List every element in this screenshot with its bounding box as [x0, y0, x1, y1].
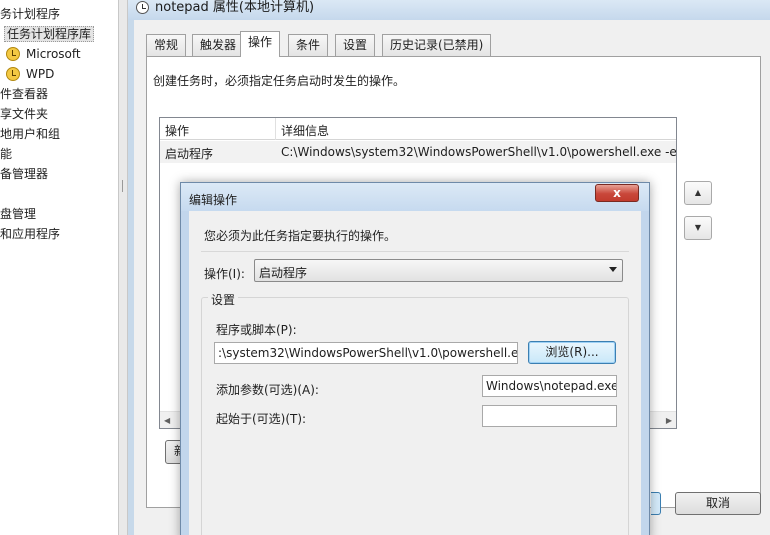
tab-triggers[interactable]: 触发器 — [192, 34, 245, 56]
task-clock-icon — [136, 1, 149, 14]
tab-label: 操作 — [248, 35, 273, 49]
browse-button[interactable]: 浏览(R)... — [528, 341, 616, 364]
operation-label: 操作(I): — [204, 267, 245, 281]
chevron-down-icon — [609, 267, 617, 272]
nav-item-label: Microsoft — [26, 47, 81, 61]
move-up-button[interactable]: ▲ — [684, 181, 712, 205]
dialog-message: 您必须为此任务指定要执行的操作。 — [204, 229, 397, 243]
nav-item-label: 务计划程序 — [0, 7, 61, 21]
tab-label: 常规 — [154, 38, 179, 52]
program-label: 程序或脚本(P): — [216, 323, 297, 337]
folder-clock-icon — [6, 67, 20, 81]
operation-select[interactable]: 启动程序 — [254, 259, 623, 282]
ok-button[interactable] — [651, 492, 661, 515]
table-header: 操作 详细信息 — [160, 118, 676, 140]
nav-item-local-users[interactable]: 地用户和组 — [0, 124, 60, 144]
nav-item-task-library[interactable]: 任务计划程序库 — [4, 24, 95, 44]
nav-item-disk-management[interactable]: 盘管理 — [0, 204, 36, 224]
row-action: 启动程序 — [165, 147, 214, 161]
actions-description: 创建任务时，必须指定任务启动时发生的操作。 — [153, 74, 406, 88]
tab-conditions[interactable]: 条件 — [288, 34, 329, 56]
operation-value: 启动程序 — [259, 266, 308, 280]
dialog-body: 您必须为此任务指定要执行的操作。 操作(I): 启动程序 设置 程序或脚本(P)… — [189, 211, 641, 535]
cancel-button[interactable]: 取消 — [675, 492, 761, 515]
tab-label: 历史记录(已禁用) — [390, 38, 484, 52]
start-in-label: 起始于(可选)(T): — [216, 412, 307, 426]
arguments-label: 添加参数(可选)(A): — [216, 383, 319, 397]
tab-label: 条件 — [296, 38, 321, 52]
nav-item-microsoft[interactable]: Microsoft — [6, 44, 81, 64]
nav-item-label: 地用户和组 — [0, 127, 61, 141]
nav-item-label: 享文件夹 — [0, 107, 49, 121]
column-divider — [275, 118, 276, 140]
tab-general[interactable]: 常规 — [146, 34, 187, 56]
arrow-up-icon: ▲ — [694, 188, 702, 197]
program-input[interactable]: :\system32\WindowsPowerShell\v1.0\powers… — [214, 342, 518, 364]
arguments-input[interactable]: Windows\notepad.exe — [482, 375, 617, 397]
nav-item-wpd[interactable]: WPD — [6, 64, 54, 84]
nav-item-label: 和应用程序 — [0, 227, 61, 241]
tab-settings[interactable]: 设置 — [335, 34, 376, 56]
nav-item-label: 件查看器 — [0, 87, 49, 101]
arrow-down-icon: ▼ — [694, 223, 702, 232]
nav-item-label: 能 — [0, 147, 13, 161]
navigation-tree: 务计划程序 任务计划程序库 Microsoft WPD 件查看器 享文件夹 地用… — [0, 0, 118, 535]
start-in-input[interactable] — [482, 405, 617, 427]
window-titlebar[interactable]: notepad 属性(本地计算机) — [128, 0, 770, 20]
table-row[interactable]: 启动程序 C:\Windows\system32\WindowsPowerShe… — [160, 141, 676, 163]
tab-actions[interactable]: 操作 — [240, 31, 281, 57]
pane-splitter[interactable] — [118, 0, 128, 535]
tab-history[interactable]: 历史记录(已禁用) — [382, 34, 492, 56]
nav-item-label: 盘管理 — [0, 207, 37, 221]
nav-item-device-manager[interactable]: 备管理器 — [0, 164, 48, 184]
nav-item-label: 备管理器 — [0, 167, 49, 181]
nav-item-performance[interactable]: 能 — [0, 144, 12, 164]
column-header-details[interactable]: 详细信息 — [281, 122, 329, 139]
splitter-grip — [122, 180, 124, 192]
nav-item-label: WPD — [26, 67, 55, 81]
nav-item-services-apps[interactable]: 和应用程序 — [0, 224, 60, 244]
nav-item-event-viewer[interactable]: 件查看器 — [0, 84, 48, 104]
scroll-right-icon[interactable]: ▶ — [666, 416, 672, 425]
window-title: notepad 属性(本地计算机) — [155, 0, 315, 15]
scroll-left-icon[interactable]: ◀ — [164, 416, 170, 425]
dialog-title: 编辑操作 — [189, 193, 238, 207]
column-header-action[interactable]: 操作 — [165, 122, 189, 139]
move-down-button[interactable]: ▼ — [684, 216, 712, 240]
nav-item-label: 任务计划程序库 — [4, 26, 95, 42]
nav-item-task-scheduler[interactable]: 务计划程序 — [0, 4, 60, 24]
dialog-titlebar[interactable]: 编辑操作 x — [181, 183, 649, 211]
edit-action-dialog: 编辑操作 x 您必须为此任务指定要执行的操作。 操作(I): 启动程序 设置 程… — [180, 182, 650, 535]
close-icon[interactable]: x — [595, 184, 639, 202]
settings-group-label: 设置 — [208, 291, 239, 308]
tab-label: 设置 — [343, 38, 368, 52]
tab-label: 触发器 — [200, 38, 237, 52]
nav-item-shared-folders[interactable]: 享文件夹 — [0, 104, 48, 124]
folder-clock-icon — [6, 47, 20, 61]
divider — [201, 251, 629, 252]
row-details: C:\Windows\system32\WindowsPowerShell\v1… — [281, 145, 676, 159]
